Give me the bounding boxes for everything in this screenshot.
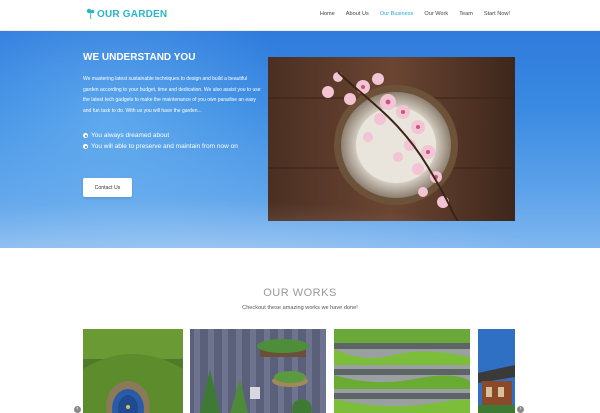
hero-bullet-text: You will able to preserve and maintain f… [91,143,238,150]
main-menu: Home About Us Our Business Our Work Team… [309,11,510,17]
nav-start-now[interactable]: Start Now! [484,11,510,17]
hero-section: WE UNDERSTAND YOU We mastering latest su… [0,31,600,248]
work-thumbnail-hobbit-door[interactable] [83,329,183,413]
navbar: OUR GARDEN Home About Us Our Business Ou… [0,0,600,31]
hero-bullet: You will able to preserve and maintain f… [83,141,238,152]
nav-team[interactable]: Team [459,11,473,17]
nav-our-work[interactable]: Our Work [424,11,448,17]
bullet-icon [83,144,88,149]
hero-bullet-list: You always dreamed about You will able t… [83,130,238,152]
hero-bullet: You always dreamed about [83,130,238,141]
nav-about-us[interactable]: About Us [346,11,369,17]
works-subtitle: Checkout these amazing works we have don… [242,305,358,311]
nav-our-business[interactable]: Our Business [380,11,414,17]
chevron-right-icon[interactable]: › [517,406,524,413]
hero-image-blossom-cup [268,57,515,221]
hero-description: We mastering latest sustainable techniqu… [83,76,261,114]
work-thumbnail-vertical-garden[interactable] [334,329,470,413]
nav-home[interactable]: Home [320,11,335,17]
contact-us-button[interactable]: Contact Us [83,178,132,197]
work-thumbnail-potted-wall[interactable] [190,329,326,413]
brand-name: OUR GARDEN [97,8,168,20]
work-thumbnail-pagoda[interactable] [478,329,515,413]
chevron-left-icon[interactable]: ‹ [74,406,81,413]
works-title: OUR WORKS [263,287,337,299]
bullet-icon [83,133,88,138]
brand-logo[interactable]: OUR GARDEN [86,8,167,20]
hero-title: WE UNDERSTAND YOU [83,52,196,63]
hero-bullet-text: You always dreamed about [91,132,170,139]
leaf-icon [86,8,95,19]
